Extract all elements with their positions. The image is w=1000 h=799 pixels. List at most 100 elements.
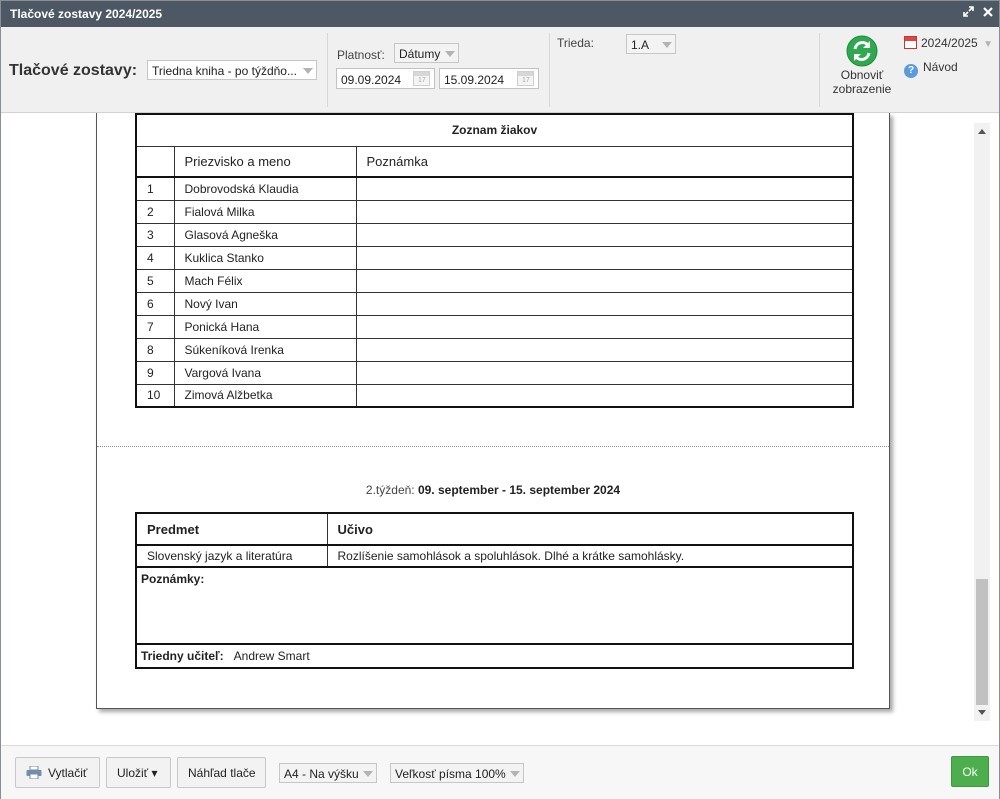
- student-name: Fialová Milka: [173, 199, 357, 224]
- student-name: Nový Ivan: [173, 291, 357, 316]
- chevron-down-icon: [363, 771, 373, 777]
- help-link[interactable]: ? Návod: [904, 60, 958, 78]
- table-row: 2 Fialová Milka: [135, 199, 854, 224]
- ok-button[interactable]: Ok: [951, 756, 989, 787]
- chevron-down-icon: [510, 771, 520, 777]
- print-preview-label: Náhľad tlače: [188, 766, 256, 780]
- date-to-field[interactable]: 15.09.2024 17: [439, 68, 539, 89]
- student-name: Glasová Agneška: [173, 222, 357, 247]
- student-note: [355, 222, 854, 247]
- window-title: Tlačové zostavy 2024/2025: [10, 7, 163, 21]
- school-year-value: 2024/2025: [921, 36, 978, 50]
- student-name: Mach Félix: [173, 268, 357, 293]
- school-year-select[interactable]: 2024/2025 ▼: [904, 36, 993, 50]
- report-select[interactable]: Triedna kniha - po týždňo...: [147, 60, 317, 80]
- lessons-table: Predmet Učivo Slovenský jazyk a literatú…: [135, 512, 854, 669]
- table-row: 9 Vargová Ivana: [135, 360, 854, 385]
- scroll-up-icon[interactable]: [978, 129, 986, 134]
- report-page: Zoznam žiakov Priezvisko a meno Poznámka…: [96, 113, 890, 709]
- week-prefix: 2.týždeň:: [365, 483, 418, 497]
- student-number: 9: [135, 360, 175, 385]
- student-name: Kuklica Stanko: [173, 245, 357, 270]
- table-row: 7 Ponická Hana: [135, 314, 854, 339]
- report-window: Tlačové zostavy 2024/2025 Tlačové zostav…: [0, 0, 1000, 799]
- chevron-down-icon: [445, 51, 455, 57]
- report-preview-area[interactable]: Zoznam žiakov Priezvisko a meno Poznámka…: [1, 113, 999, 745]
- student-note: [355, 337, 854, 362]
- print-preview-button[interactable]: Náhľad tlače: [177, 757, 266, 788]
- students-caption: Zoznam žiakov: [135, 114, 854, 147]
- print-button[interactable]: Vytlačiť: [15, 757, 100, 788]
- lesson-content: Rozlíšenie samohlások a spoluhlások. Dlh…: [326, 544, 854, 568]
- student-name: Dobrovodská Klaudia: [173, 176, 357, 201]
- teacher-cell: Triedny učiteľ: Andrew Smart: [135, 643, 854, 669]
- print-label: Vytlačiť: [48, 766, 88, 780]
- teacher-label: Triedny učiteľ:: [141, 649, 224, 663]
- class-select-value: 1.A: [631, 38, 650, 52]
- reports-label: Tlačové zostavy:: [9, 62, 138, 79]
- date-from-value: 09.09.2024: [341, 73, 402, 87]
- student-number: 10: [135, 383, 175, 408]
- student-number: 3: [135, 222, 175, 247]
- ok-label: Ok: [962, 765, 978, 779]
- student-name: Zimová Alžbetka: [173, 383, 357, 408]
- class-select[interactable]: 1.A: [626, 34, 676, 54]
- student-number: 1: [135, 176, 175, 201]
- save-label: Uložiť ▾: [117, 766, 158, 780]
- students-body: 1 Dobrovodská Klaudia 2 Fialová Milka 3 Glaso…: [135, 176, 854, 408]
- header-note: Poznámka: [355, 145, 854, 178]
- page-format-select[interactable]: A4 - Na výšku: [279, 763, 377, 783]
- students-table: Zoznam žiakov Priezvisko a meno Poznámka…: [135, 113, 854, 408]
- toolbar: Tlačové zostavy: Triedna kniha - po týžd…: [1, 27, 999, 113]
- header-content: Učivo: [326, 512, 854, 546]
- chevron-down-icon: [303, 68, 313, 74]
- expand-icon[interactable]: [963, 6, 974, 20]
- student-number: 4: [135, 245, 175, 270]
- table-row: Slovenský jazyk a literatúra Rozlíšenie …: [135, 544, 854, 568]
- student-name: Vargová Ivana: [173, 360, 357, 385]
- table-row: 1 Dobrovodská Klaudia: [135, 176, 854, 201]
- student-note: [355, 360, 854, 385]
- page-break: [97, 446, 889, 447]
- notes-label: Poznámky:: [135, 566, 854, 645]
- help-label: Návod: [923, 60, 958, 74]
- scroll-down-icon[interactable]: [978, 710, 986, 715]
- calendar-icon: [904, 36, 917, 49]
- student-note: [355, 245, 854, 270]
- vertical-scrollbar[interactable]: [974, 123, 990, 721]
- validity-label: Platnosť:: [337, 48, 385, 62]
- student-note: [355, 176, 854, 201]
- refresh-button[interactable]: Obnoviť zobrazenie: [831, 35, 893, 95]
- calendar-icon[interactable]: 17: [517, 71, 534, 86]
- refresh-icon: [846, 35, 878, 67]
- lesson-subject: Slovenský jazyk a literatúra: [135, 544, 328, 568]
- date-from-field[interactable]: 09.09.2024 17: [336, 68, 435, 89]
- close-icon[interactable]: [983, 6, 993, 20]
- header-subject: Predmet: [135, 512, 328, 546]
- calendar-icon[interactable]: 17: [413, 71, 430, 86]
- divider: [819, 33, 820, 107]
- chevron-down-icon: [662, 42, 672, 48]
- teacher-name: Andrew Smart: [233, 649, 310, 663]
- validity-select-value: Dátumy: [399, 47, 441, 61]
- student-name: Súkeníková Irenka: [173, 337, 357, 362]
- student-number: 7: [135, 314, 175, 339]
- header-number: [135, 145, 175, 178]
- student-note: [355, 383, 854, 408]
- student-number: 6: [135, 291, 175, 316]
- save-button[interactable]: Uložiť ▾: [106, 757, 171, 788]
- font-size-value: Veľkosť písma 100%: [395, 767, 506, 781]
- student-note: [355, 291, 854, 316]
- date-to-value: 15.09.2024: [444, 73, 505, 87]
- validity-select[interactable]: Dátumy: [394, 43, 459, 63]
- week-heading: 2.týždeň: 09. september - 15. september …: [97, 483, 889, 497]
- font-size-select[interactable]: Veľkosť písma 100%: [390, 763, 524, 783]
- table-row: 3 Glasová Agneška: [135, 222, 854, 247]
- scrollbar-thumb[interactable]: [976, 579, 988, 705]
- student-note: [355, 268, 854, 293]
- report-select-value: Triedna kniha - po týždňo...: [152, 64, 297, 78]
- table-row: 5 Mach Félix: [135, 268, 854, 293]
- title-bar: Tlačové zostavy 2024/2025: [1, 1, 999, 27]
- printer-icon: [26, 765, 42, 780]
- table-row: 8 Súkeníková Irenka: [135, 337, 854, 362]
